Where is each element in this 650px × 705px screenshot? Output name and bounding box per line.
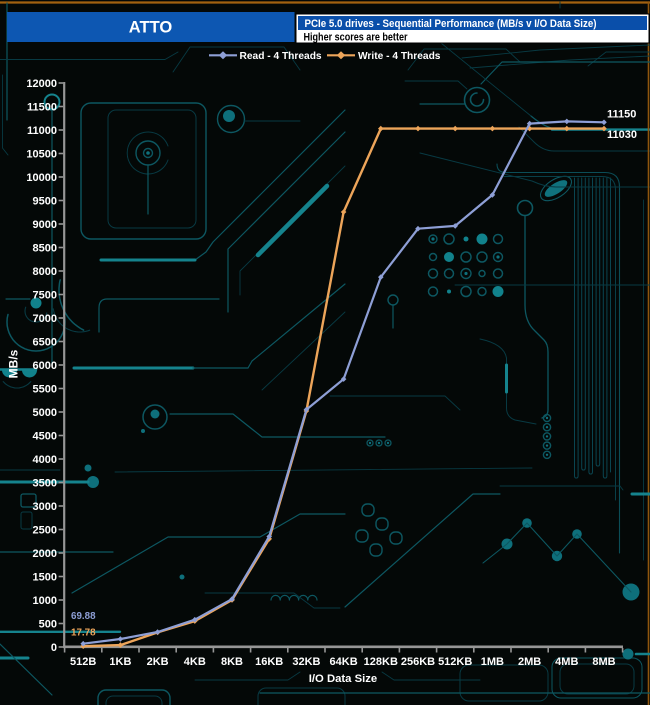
- svg-text:500: 500: [39, 619, 57, 631]
- svg-text:2MB: 2MB: [518, 656, 541, 668]
- svg-text:2KB: 2KB: [147, 656, 169, 668]
- svg-text:8KB: 8KB: [221, 656, 243, 668]
- svg-text:3500: 3500: [33, 478, 57, 490]
- svg-text:PCIe 5.0 drives - Sequential P: PCIe 5.0 drives - Sequential Performance…: [305, 18, 597, 30]
- svg-text:6000: 6000: [33, 360, 57, 372]
- svg-text:0: 0: [51, 642, 57, 654]
- svg-text:11150: 11150: [607, 109, 636, 121]
- svg-text:512B: 512B: [70, 656, 96, 668]
- svg-text:512KB: 512KB: [438, 656, 472, 668]
- svg-text:MB/s: MB/s: [7, 349, 21, 378]
- svg-text:Higher scores are better: Higher scores are better: [304, 32, 409, 44]
- svg-text:2500: 2500: [33, 525, 57, 537]
- svg-text:6500: 6500: [33, 337, 57, 349]
- svg-text:7500: 7500: [33, 290, 57, 302]
- svg-text:128KB: 128KB: [364, 656, 398, 668]
- svg-text:32KB: 32KB: [292, 656, 320, 668]
- svg-text:256KB: 256KB: [401, 656, 435, 668]
- svg-text:3000: 3000: [33, 501, 57, 513]
- svg-text:5500: 5500: [33, 384, 57, 396]
- svg-text:17.78: 17.78: [71, 628, 96, 639]
- svg-text:Read - 4 Threads: Read - 4 Threads: [240, 51, 322, 62]
- svg-text:69.88: 69.88: [71, 611, 96, 622]
- svg-text:8000: 8000: [33, 266, 57, 278]
- svg-text:1KB: 1KB: [109, 656, 131, 668]
- svg-text:ATTO: ATTO: [129, 18, 173, 37]
- svg-text:2000: 2000: [33, 548, 57, 560]
- svg-text:11000: 11000: [27, 125, 57, 137]
- svg-text:64KB: 64KB: [330, 656, 358, 668]
- svg-text:4MB: 4MB: [555, 656, 578, 668]
- svg-text:9500: 9500: [33, 196, 57, 208]
- svg-text:7000: 7000: [33, 313, 57, 325]
- svg-text:4KB: 4KB: [184, 656, 206, 668]
- svg-text:4000: 4000: [33, 454, 57, 466]
- svg-text:1500: 1500: [33, 572, 57, 584]
- svg-text:16KB: 16KB: [255, 656, 283, 668]
- svg-text:10500: 10500: [26, 149, 57, 161]
- svg-text:8MB: 8MB: [592, 656, 615, 668]
- svg-text:11030: 11030: [607, 129, 637, 141]
- svg-text:10000: 10000: [26, 172, 57, 184]
- svg-text:1000: 1000: [33, 595, 57, 607]
- svg-text:9000: 9000: [33, 219, 57, 231]
- svg-text:1MB: 1MB: [481, 656, 504, 668]
- svg-text:5000: 5000: [33, 407, 57, 419]
- svg-text:11500: 11500: [27, 102, 57, 114]
- svg-text:8500: 8500: [33, 243, 57, 255]
- svg-text:Write - 4 Threads: Write - 4 Threads: [358, 51, 441, 62]
- svg-text:I/O Data Size: I/O Data Size: [309, 673, 377, 685]
- svg-text:4500: 4500: [33, 431, 57, 443]
- svg-text:12000: 12000: [26, 78, 57, 90]
